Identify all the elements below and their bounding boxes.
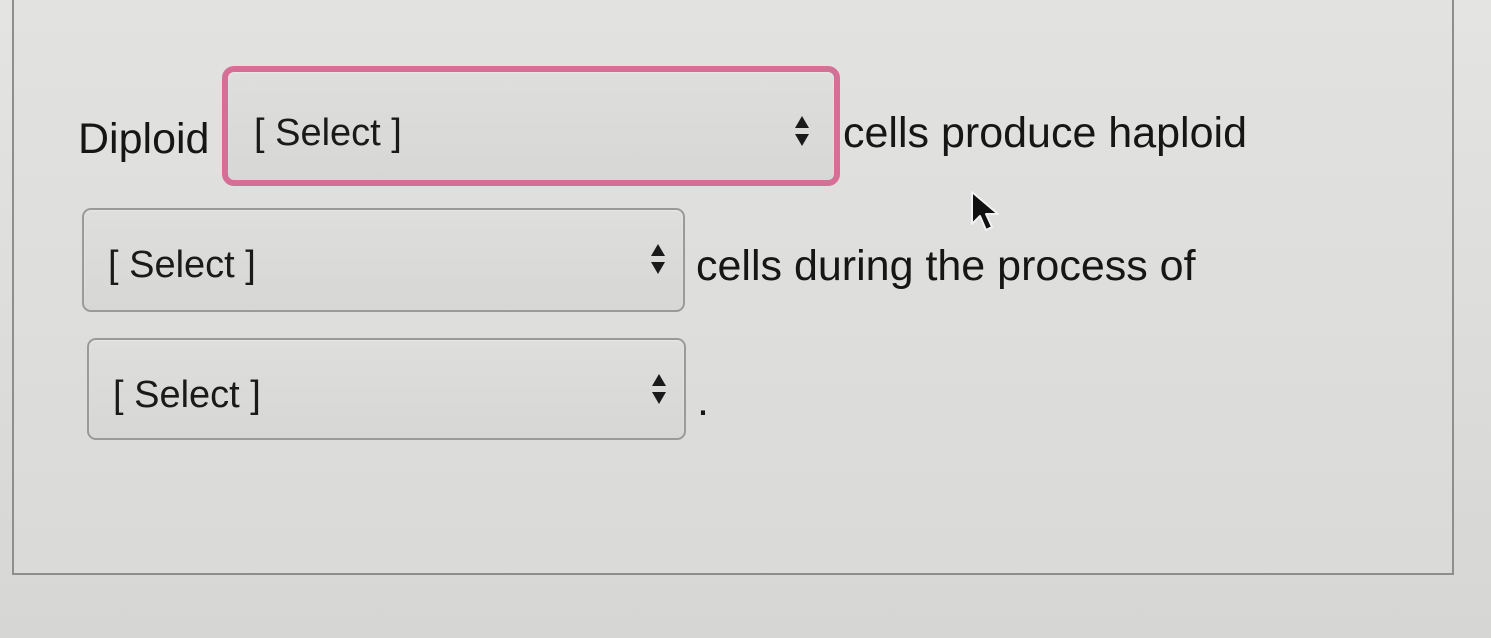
sort-arrows-icon — [652, 374, 666, 404]
dropdown-1[interactable]: [ Select ] — [222, 66, 840, 186]
dropdown-2[interactable]: [ Select ] — [82, 208, 685, 312]
question-text-diploid: Diploid — [78, 115, 210, 163]
question-text-cells-during-process: cells during the process of — [696, 242, 1196, 290]
dropdown-3[interactable]: [ Select ] — [87, 338, 686, 440]
question-text-period: . — [697, 377, 709, 425]
dropdown-2-value: [ Select ] — [108, 244, 256, 286]
sort-arrows-icon — [795, 116, 809, 146]
sort-arrows-icon — [651, 244, 665, 274]
dropdown-3-value: [ Select ] — [113, 374, 261, 416]
dropdown-1-value: [ Select ] — [254, 112, 402, 154]
page: Diploid [ Select ] cells produce haploid… — [0, 0, 1491, 638]
question-text-cells-produce-haploid: cells produce haploid — [843, 109, 1247, 157]
mouse-pointer-icon — [971, 191, 999, 231]
